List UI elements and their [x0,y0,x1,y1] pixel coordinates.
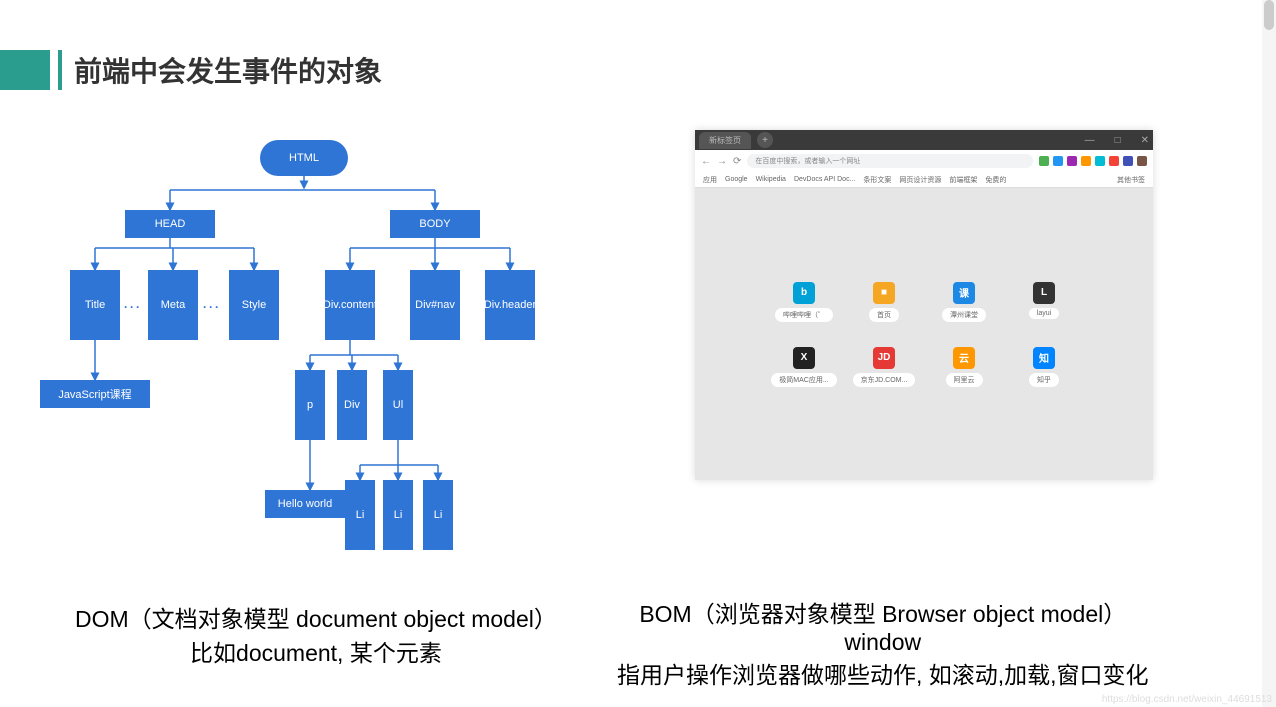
back-icon[interactable]: ← [701,156,711,167]
bookmark-google[interactable]: Google [725,176,748,183]
dots-a: ··· [124,300,142,314]
tile-label: 首页 [869,308,899,322]
ext-icon-3[interactable] [1067,156,1077,166]
address-bar[interactable]: 在百度中搜索，或者输入一个网址 [747,154,1033,168]
tile-label: 潭州课堂 [942,308,986,322]
browser-content: b 哔哩哔哩（゜ ■ 首页 课潭州课堂 Llayui X 极简MAC应用... JD 京… [695,188,1153,480]
minimize-button[interactable]: — [1085,135,1095,146]
tile-label: 知乎 [1029,373,1059,387]
tile-tanzhou[interactable]: 课潭州课堂 [934,282,994,322]
bookmarks-bar: 应用 Google Wikipedia DevDocs API Doc... 条… [695,172,1153,188]
tile-jd[interactable]: JD 京东JD.COM... [854,347,914,387]
extension-icons [1039,156,1147,166]
node-div-content: Div.content [325,270,375,340]
ext-icon-6[interactable] [1109,156,1119,166]
tile-icon: b [793,282,815,304]
tile-zhihu[interactable]: 知知乎 [1014,347,1074,387]
ext-icon-1[interactable] [1039,156,1049,166]
bookmark-7[interactable]: 免费的 [985,175,1006,185]
accent-block [0,50,50,90]
node-style: Style [229,270,279,340]
dom-description: DOM（文档对象模型 document object model） 比如docu… [75,600,557,668]
bookmark-6[interactable]: 前端框架 [949,175,977,185]
ext-icon-4[interactable] [1081,156,1091,166]
tile-aliyun[interactable]: 云阿里云 [934,347,994,387]
tile-label: layui [1029,308,1059,319]
node-ul: Ul [383,370,413,440]
node-meta: Meta [148,270,198,340]
tile-icon: 知 [1033,347,1055,369]
node-p: p [295,370,325,440]
node-body: BODY [390,210,480,238]
watermark: https://blog.csdn.net/weixin_44691513 [1102,694,1272,705]
node-js-course: JavaScript课程 [40,380,150,408]
tile-bilibili[interactable]: b 哔哩哔哩（゜ [774,282,834,322]
browser-window: 新标签页 + — □ ✕ ← → ⟳ 在百度中搜索，或者输入一个网址 [695,130,1153,480]
tile-icon: 云 [953,347,975,369]
bom-description: BOM（浏览器对象模型 Browser object model） window… [617,595,1149,690]
ext-icon-8[interactable] [1137,156,1147,166]
title-bar: 前端中会发生事件的对象 [0,50,382,90]
tile-layui[interactable]: Llayui [1014,282,1074,322]
dom-desc-line1: DOM（文档对象模型 document object model） [75,606,557,632]
bookmark-wikipedia[interactable]: Wikipedia [756,176,786,183]
address-placeholder: 在百度中搜索，或者输入一个网址 [755,156,860,166]
tile-icon: L [1033,282,1055,304]
maximize-button[interactable]: □ [1115,135,1121,146]
bookmark-4[interactable]: 条形文案 [863,175,891,185]
reload-icon[interactable]: ⟳ [733,156,741,167]
window-controls: — □ ✕ [1085,135,1149,146]
new-tab-button[interactable]: + [757,132,773,148]
scrollbar-track[interactable] [1262,0,1276,707]
slide: 前端中会发生事件的对象 [0,0,1160,707]
node-hello: Hello world [265,490,345,518]
close-button[interactable]: ✕ [1141,135,1149,146]
bookmark-devdocs[interactable]: DevDocs API Doc... [794,176,855,183]
node-head: HEAD [125,210,215,238]
browser-tab[interactable]: 新标签页 [699,132,751,149]
ext-icon-7[interactable] [1123,156,1133,166]
node-li-1: Li [345,480,375,550]
tile-icon: JD [873,347,895,369]
tile-icon: 课 [953,282,975,304]
tile-home[interactable]: ■ 首页 [854,282,914,322]
tile-label: 极简MAC应用... [771,373,836,387]
tile-label: 京东JD.COM... [853,373,916,387]
ext-icon-2[interactable] [1053,156,1063,166]
speed-dial-grid: b 哔哩哔哩（゜ ■ 首页 课潭州课堂 Llayui X 极简MAC应用... JD 京… [774,282,1074,387]
bookmark-5[interactable]: 网页设计资源 [899,175,941,185]
tile-label: 哔哩哔哩（゜ [775,308,833,322]
ext-icon-5[interactable] [1095,156,1105,166]
forward-icon[interactable]: → [717,156,727,167]
node-li-3: Li [423,480,453,550]
bom-desc-line1: BOM（浏览器对象模型 Browser object model） [639,601,1126,627]
dots-b: ··· [203,300,221,314]
dom-tree-diagram: HTML HEAD BODY Title Meta Style ··· ··· … [20,130,580,580]
tile-label: 阿里云 [946,373,983,387]
bom-desc-line2: window [844,629,921,655]
node-li-2: Li [383,480,413,550]
dom-desc-line2: 比如document, 某个元素 [190,640,442,666]
bom-desc-line3: 指用户操作浏览器做哪些动作, 如滚动,加载,窗口变化 [617,662,1149,688]
tile-icon: X [793,347,815,369]
node-title: Title [70,270,120,340]
node-div-nav: Div#nav [410,270,460,340]
tile-mac[interactable]: X 极简MAC应用... [774,347,834,387]
bookmark-apps[interactable]: 应用 [703,175,717,185]
node-html: HTML [260,140,348,176]
slide-title: 前端中会发生事件的对象 [74,50,382,90]
browser-tabbar: 新标签页 + — □ ✕ [695,130,1153,150]
node-div: Div [337,370,367,440]
bookmark-other[interactable]: 其他书签 [1117,175,1145,185]
scrollbar-thumb[interactable] [1264,0,1274,30]
tile-icon: ■ [873,282,895,304]
browser-toolbar: ← → ⟳ 在百度中搜索，或者输入一个网址 [695,150,1153,172]
accent-line [58,50,62,90]
node-div-header: Div.header [485,270,535,340]
